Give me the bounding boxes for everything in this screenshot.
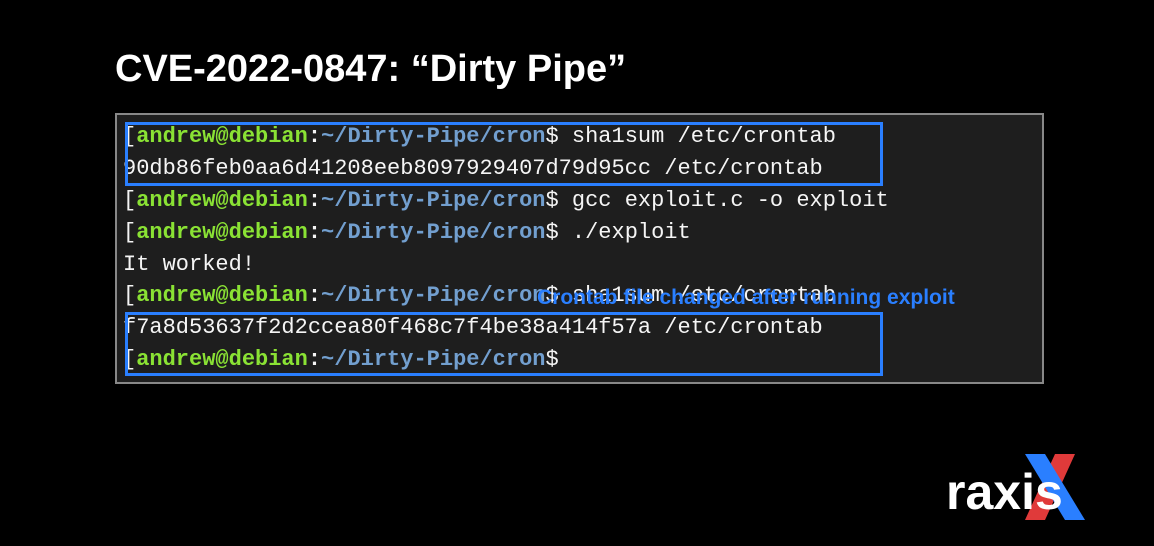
prompt-path: ~/Dirty-Pipe/cron [321,220,545,245]
command-text: ./exploit [559,220,691,245]
prompt-at: @ [215,188,228,213]
terminal-line: [andrew@debian:~/Dirty-Pipe/cron$ sha1su… [123,121,1036,153]
prompt-at: @ [215,220,228,245]
prompt-dollar: $ [545,220,558,245]
bracket-icon: [ [123,220,136,245]
prompt-path: ~/Dirty-Pipe/cron [321,124,545,149]
terminal-line: [andrew@debian:~/Dirty-Pipe/cron$ [123,344,1036,376]
terminal-line: [andrew@debian:~/Dirty-Pipe/cron$ ./expl… [123,217,1036,249]
prompt-colon: : [308,188,321,213]
raxis-logo: raxis [940,446,1120,528]
terminal-line: f7a8d53637f2d2ccea80f468c7f4be38a414f57a… [123,312,1036,344]
prompt-host: debian [229,283,308,308]
output-text: f7a8d53637f2d2ccea80f468c7f4be38a414f57a… [123,315,823,340]
bracket-icon: [ [123,188,136,213]
prompt-path: ~/Dirty-Pipe/cron [321,347,545,372]
bracket-icon: [ [123,347,136,372]
terminal-line: [andrew@debian:~/Dirty-Pipe/cron$ gcc ex… [123,185,1036,217]
prompt-host: debian [229,220,308,245]
prompt-path: ~/Dirty-Pipe/cron [321,283,545,308]
prompt-host: debian [229,188,308,213]
prompt-colon: : [308,124,321,149]
prompt-at: @ [215,283,228,308]
terminal-window: [andrew@debian:~/Dirty-Pipe/cron$ sha1su… [115,113,1044,384]
prompt-user: andrew [136,220,215,245]
bracket-icon: [ [123,124,136,149]
annotation-text: Crontab file changed after running explo… [537,283,955,313]
terminal-line: It worked! [123,249,1036,281]
prompt-user: andrew [136,188,215,213]
output-text: It worked! [123,252,255,277]
prompt-host: debian [229,347,308,372]
output-text: 90db86feb0aa6d41208eeb8097929407d79d95cc… [123,156,823,181]
terminal-line: 90db86feb0aa6d41208eeb8097929407d79d95cc… [123,153,1036,185]
bracket-icon: [ [123,283,136,308]
prompt-dollar: $ [545,188,558,213]
prompt-host: debian [229,124,308,149]
prompt-user: andrew [136,283,215,308]
prompt-user: andrew [136,124,215,149]
prompt-at: @ [215,347,228,372]
prompt-user: andrew [136,347,215,372]
slide-title: CVE-2022-0847: “Dirty Pipe” [0,0,1154,113]
prompt-dollar: $ [545,347,558,372]
logo-text: raxis [946,464,1063,520]
prompt-colon: : [308,347,321,372]
prompt-dollar: $ [545,124,558,149]
command-text: sha1sum /etc/crontab [559,124,836,149]
prompt-path: ~/Dirty-Pipe/cron [321,188,545,213]
prompt-at: @ [215,124,228,149]
prompt-colon: : [308,283,321,308]
command-text: gcc exploit.c -o exploit [559,188,889,213]
prompt-colon: : [308,220,321,245]
